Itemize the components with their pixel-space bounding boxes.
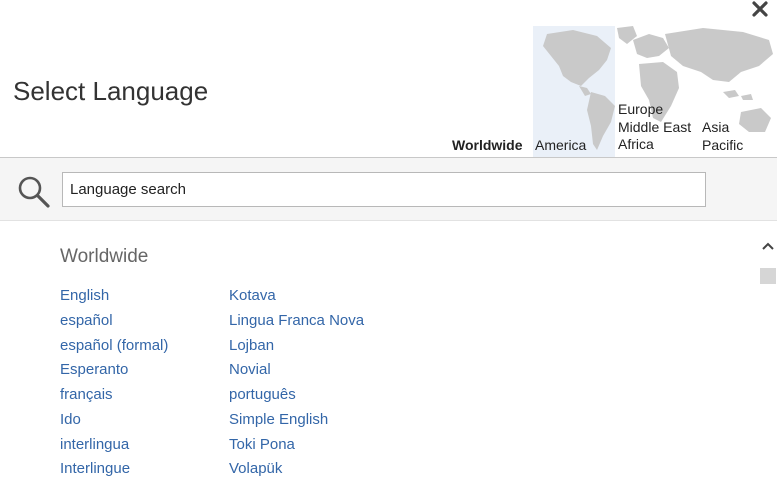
region-label-line: Middle East	[618, 118, 692, 135]
region-label-line: Europe	[618, 101, 664, 117]
scrollbar[interactable]	[759, 232, 777, 491]
search-icon	[18, 176, 50, 208]
language-link[interactable]: español	[60, 311, 168, 336]
region-label-line: Asia	[702, 119, 730, 135]
region-tab-asia[interactable]: Asia Pacific	[702, 119, 743, 154]
language-link[interactable]: Esperanto	[60, 360, 168, 385]
region-tab-worldwide[interactable]: Worldwide	[452, 137, 523, 159]
language-link[interactable]: Toki Pona	[229, 435, 364, 460]
language-link[interactable]: interlingua	[60, 435, 168, 460]
language-search-input[interactable]	[62, 172, 706, 207]
language-link[interactable]: Volapük	[229, 459, 364, 484]
language-column-1: English español español (formal) Esperan…	[60, 286, 168, 484]
search-bar	[0, 157, 777, 221]
language-link[interactable]: Ido	[60, 410, 168, 435]
close-button[interactable]	[751, 0, 769, 18]
section-title: Worldwide	[60, 246, 149, 267]
region-label-line: Africa	[618, 136, 654, 152]
language-link[interactable]: Simple English	[229, 410, 364, 435]
language-link[interactable]: Interlingue	[60, 459, 168, 484]
language-link[interactable]: português	[229, 385, 364, 410]
close-icon	[752, 1, 768, 17]
scroll-up-button[interactable]	[759, 237, 777, 255]
region-tab-emea[interactable]: Europe Middle East Africa	[618, 101, 691, 154]
language-column-2: Kotava Lingua Franca Nova Lojban Novial …	[229, 286, 364, 484]
language-link[interactable]: Lojban	[229, 336, 364, 361]
language-link[interactable]: español (formal)	[60, 336, 168, 361]
language-link[interactable]: Kotava	[229, 286, 364, 311]
chevron-up-icon	[762, 242, 774, 250]
language-link[interactable]: Lingua Franca Nova	[229, 311, 364, 336]
language-link[interactable]: English	[60, 286, 168, 311]
region-tab-america[interactable]: America	[535, 137, 586, 155]
dialog-title: Select Language	[13, 76, 209, 106]
language-link[interactable]: Novial	[229, 360, 364, 385]
scroll-thumb[interactable]	[760, 268, 776, 284]
region-label-line: Pacific	[702, 136, 744, 153]
language-link[interactable]: français	[60, 385, 168, 410]
